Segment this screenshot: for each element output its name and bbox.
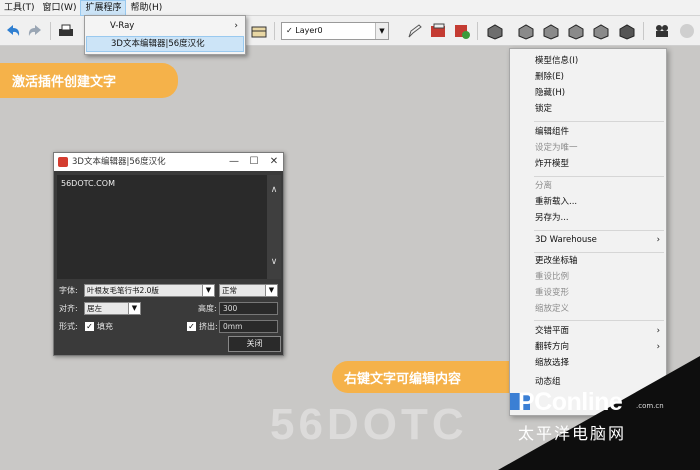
chevron-right-icon: › — [656, 342, 660, 352]
ctx-reload[interactable]: 重新载入... — [510, 194, 666, 210]
viewport-3d-text[interactable]: 56DOTC — [270, 400, 510, 455]
ctx-hide[interactable]: 隐藏(H) — [510, 85, 666, 101]
menu-help[interactable]: 帮助(H) — [126, 0, 166, 16]
extrude-checkbox[interactable]: ✓ 挤出: — [187, 321, 218, 332]
ctx-delete[interactable]: 删除(E) — [510, 69, 666, 85]
toolbar-separator — [643, 22, 644, 40]
scroll-down-icon[interactable]: ∨ — [267, 257, 281, 267]
context-menu: 模型信息(I) 删除(E) 隐藏(H) 锁定 编辑组件 设定为唯一 炸开模型 分… — [509, 48, 667, 416]
ctx-make-unique: 设定为唯一 — [535, 143, 578, 153]
watermark-domain: .com.cn — [636, 402, 664, 410]
tip-activate-plugin: 激活插件创建文字 — [0, 63, 178, 98]
menu-item-vray[interactable]: V-Ray › — [86, 18, 244, 34]
ctx-zoom-selection[interactable]: 缩放选择 — [510, 355, 666, 371]
font-label: 字体: — [59, 286, 78, 295]
close-icon[interactable]: ✕ — [264, 153, 284, 171]
view-back-icon[interactable] — [591, 21, 611, 41]
text-editor-dialog: 3D文本编辑器|56度汉化 — ☐ ✕ 56DOTC.COM ∧ ∨ 字体: 叶… — [53, 152, 284, 356]
chevron-right-icon: › — [656, 326, 660, 336]
chevron-right-icon: › — [234, 21, 238, 31]
toolbar-separator — [477, 22, 478, 40]
scroll-up-icon[interactable]: ∧ — [267, 185, 281, 195]
fill-checkbox[interactable]: ✓ 填充 — [85, 321, 113, 332]
checkbox-checked-icon[interactable]: ✓ — [187, 322, 196, 331]
ctx-flip-along[interactable]: 翻转方向 › — [510, 339, 666, 355]
menu-window[interactable]: 窗口(W) — [39, 0, 81, 16]
menu-extensions[interactable]: 扩展程序 — [80, 0, 127, 16]
chevron-down-icon: ▼ — [202, 285, 214, 296]
chevron-down-icon[interactable]: ▼ — [375, 23, 388, 39]
dialog-title: 3D文本编辑器|56度汉化 — [72, 157, 166, 167]
height-input[interactable]: 300 — [219, 302, 278, 315]
align-label: 对齐: — [59, 304, 78, 313]
sketchup-logo-icon — [58, 157, 68, 167]
close-button[interactable]: 关闭 — [228, 336, 281, 352]
ctx-save-as[interactable]: 另存为... — [510, 210, 666, 226]
menu-separator — [534, 176, 664, 177]
ctx-3d-warehouse[interactable]: 3D Warehouse › — [510, 232, 666, 248]
watermark-cn: 太平洋电脑网 — [518, 424, 627, 443]
maximize-icon[interactable]: ☐ — [244, 153, 264, 171]
menu-bar: 工具(T) 窗口(W) 扩展程序 帮助(H) — [0, 0, 700, 16]
dialog-titlebar: 3D文本编辑器|56度汉化 — ☐ ✕ — [54, 153, 283, 171]
font-select[interactable]: 叶根友毛笔行书2.0版 ▼ — [84, 284, 215, 297]
extrude-input[interactable]: 0mm — [219, 320, 278, 333]
minimize-icon[interactable]: — — [224, 153, 244, 171]
text-input-area[interactable]: 56DOTC.COM — [57, 175, 267, 279]
view-top-icon[interactable] — [516, 21, 536, 41]
pencil-icon[interactable] — [405, 21, 425, 41]
menu-separator — [534, 121, 664, 122]
tip-right-click-edit: 右键文字可编辑内容 — [332, 361, 512, 393]
ctx-scale-definition: 缩放定义 — [535, 304, 570, 314]
toolbar-separator — [50, 22, 51, 40]
ctx-reset-scale: 重设比例 — [535, 272, 570, 282]
view-front-icon[interactable] — [541, 21, 561, 41]
menu-tools[interactable]: 工具(T) — [0, 0, 39, 16]
menu-separator — [534, 320, 664, 321]
watermark-logo: PConline — [518, 388, 623, 416]
ctx-model-info[interactable]: 模型信息(I) — [510, 53, 666, 69]
chevron-right-icon: › — [656, 235, 660, 245]
layer-red-icon[interactable] — [428, 21, 448, 41]
menu-separator — [534, 230, 664, 231]
text-scrollbar[interactable]: ∧ ∨ — [267, 175, 281, 279]
ctx-edit-component[interactable]: 编辑组件 — [510, 124, 666, 140]
redo-icon[interactable] — [25, 21, 45, 41]
component-icon[interactable] — [249, 21, 269, 41]
walk-icon[interactable] — [677, 21, 697, 41]
chevron-down-icon: ▼ — [128, 303, 140, 314]
layer-color-icon[interactable] — [452, 21, 472, 41]
toolbar-separator — [274, 22, 275, 40]
ctx-intersect-faces[interactable]: 交错平面 › — [510, 323, 666, 339]
checkbox-checked-icon[interactable]: ✓ — [85, 322, 94, 331]
form-label: 形式: — [59, 322, 78, 331]
layer-select[interactable]: ✓ Layer0 ▼ — [281, 22, 389, 40]
view-left-icon[interactable] — [617, 21, 637, 41]
ctx-change-axes[interactable]: 更改坐标轴 — [510, 253, 666, 269]
ctx-reset-skew: 重设变形 — [535, 288, 570, 298]
style-select[interactable]: 正常 ▼ — [219, 284, 278, 297]
ctx-lock[interactable]: 锁定 — [510, 101, 666, 117]
height-label: 高度: — [198, 304, 217, 313]
layer-name: Layer0 — [295, 26, 323, 35]
view-right-icon[interactable] — [566, 21, 586, 41]
ctx-explode[interactable]: 炸开模型 — [510, 156, 666, 172]
align-select[interactable]: 居左 ▼ — [84, 302, 141, 315]
undo-icon[interactable] — [3, 21, 23, 41]
camera-icon[interactable] — [652, 21, 672, 41]
model-box-icon[interactable] — [485, 21, 505, 41]
check-icon: ✓ — [286, 26, 296, 35]
ctx-unglue: 分离 — [535, 181, 553, 191]
chevron-down-icon: ▼ — [265, 285, 277, 296]
extensions-menu: V-Ray › 3D文本编辑器|56度汉化 — [84, 15, 246, 55]
menu-item-3d-text-editor[interactable]: 3D文本编辑器|56度汉化 — [86, 36, 244, 52]
print-icon[interactable] — [56, 21, 76, 41]
